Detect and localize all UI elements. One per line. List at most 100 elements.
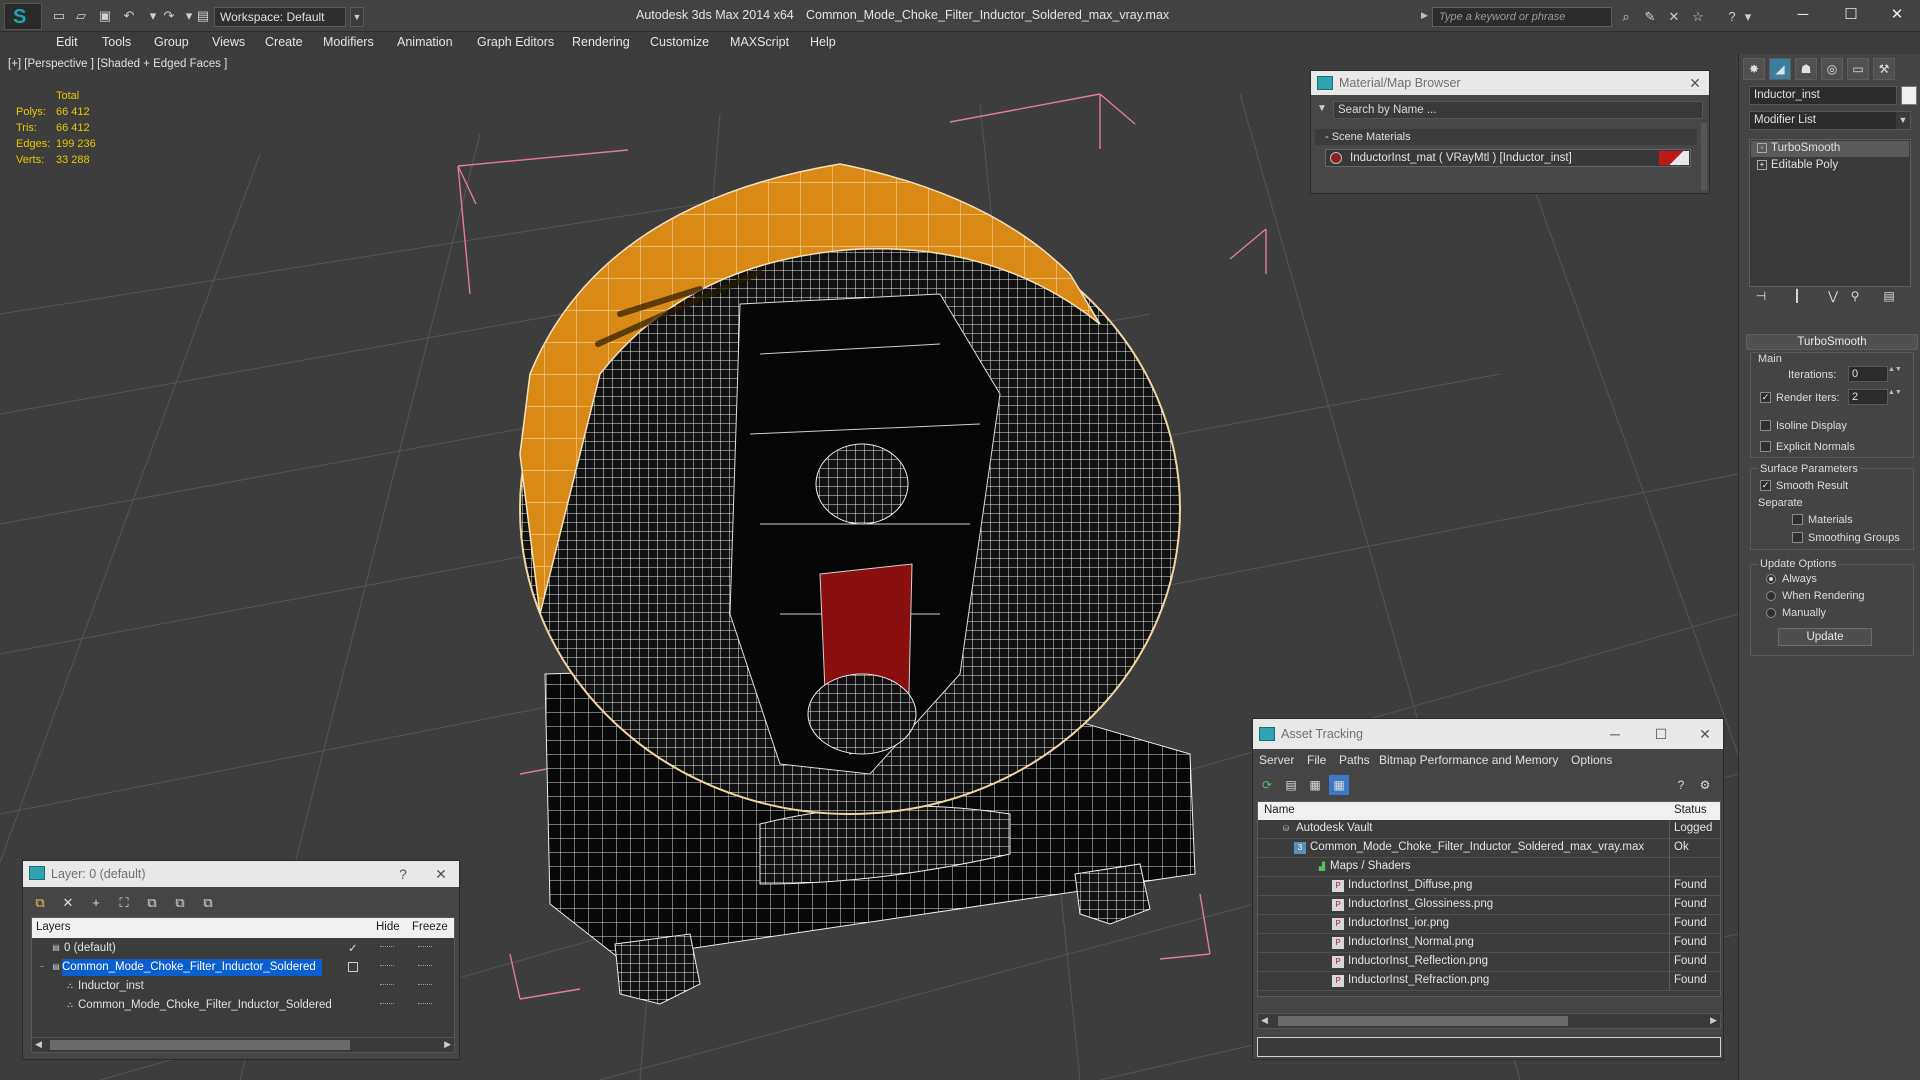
asset-menu-paths[interactable]: Paths bbox=[1339, 753, 1370, 767]
scrollbar-thumb[interactable] bbox=[1278, 1016, 1568, 1026]
object-color-swatch[interactable] bbox=[1901, 86, 1917, 105]
layer-explorer-titlebar[interactable]: Layer: 0 (default) ? ✕ bbox=[23, 861, 459, 887]
pin-stack-icon[interactable]: ⊣ bbox=[1752, 289, 1770, 307]
freeze-toggle[interactable] bbox=[418, 946, 432, 948]
utilities-tab-icon[interactable]: ⚒ bbox=[1873, 58, 1895, 80]
table-row[interactable]: P InductorInst_Diffuse.png Found bbox=[1258, 877, 1720, 896]
menu-edit[interactable]: Edit bbox=[56, 35, 78, 49]
app-menu-button[interactable]: S bbox=[4, 3, 42, 30]
save-file-icon[interactable]: ▣ bbox=[96, 7, 114, 25]
hide-toggle[interactable] bbox=[380, 946, 394, 948]
communication-icon[interactable]: ✕ bbox=[1664, 7, 1684, 27]
menu-tools[interactable]: Tools bbox=[102, 35, 131, 49]
menu-maxscript[interactable]: MAXScript bbox=[730, 35, 789, 49]
always-radio[interactable] bbox=[1766, 574, 1776, 584]
undo-icon[interactable]: ↶ bbox=[120, 7, 138, 25]
hide-all-icon[interactable]: ⧉ bbox=[169, 893, 191, 913]
asset-path-field[interactable] bbox=[1257, 1037, 1721, 1057]
freeze-toggle[interactable] bbox=[418, 1003, 432, 1005]
menu-create[interactable]: Create bbox=[265, 35, 303, 49]
menu-modifiers[interactable]: Modifiers bbox=[323, 35, 374, 49]
help-dropdown-icon[interactable]: ▾ bbox=[1742, 7, 1754, 27]
when-rendering-radio[interactable] bbox=[1766, 591, 1776, 601]
layer-name[interactable]: Common_Mode_Choke_Filter_Inductor_Solder… bbox=[62, 959, 322, 976]
new-file-icon[interactable]: ▭ bbox=[50, 7, 68, 25]
delete-layer-icon[interactable]: ✕ bbox=[57, 893, 79, 913]
modifier-stack[interactable]: ◦ TurboSmooth + Editable Poly bbox=[1749, 139, 1911, 287]
material-browser-titlebar[interactable]: Material/Map Browser ✕ bbox=[1311, 71, 1709, 95]
explicit-normals-checkbox[interactable] bbox=[1760, 441, 1771, 452]
object-name-field[interactable]: Inductor_inst bbox=[1749, 86, 1897, 105]
table-view-icon[interactable]: ▦ bbox=[1329, 775, 1349, 795]
remove-modifier-icon[interactable]: ⚲ bbox=[1846, 289, 1864, 307]
settings-icon[interactable]: ⚙ bbox=[1695, 775, 1715, 795]
open-file-icon[interactable]: ▱ bbox=[72, 7, 90, 25]
object-row[interactable]: ⛬ Common_Mode_Choke_Filter_Inductor_Sold… bbox=[32, 996, 454, 1015]
table-row[interactable]: P InductorInst_ior.png Found bbox=[1258, 915, 1720, 934]
modifier-list-dropdown[interactable]: Modifier List bbox=[1749, 111, 1911, 130]
layer-name[interactable]: 0 (default) bbox=[64, 940, 122, 957]
column-status[interactable]: Status bbox=[1674, 804, 1707, 816]
layer-row-default[interactable]: ▤ 0 (default) ✓ bbox=[32, 939, 454, 958]
workspace-dropdown-arrow[interactable]: ▼ bbox=[350, 7, 364, 27]
redo-icon[interactable]: ↷ bbox=[160, 7, 178, 25]
close-icon[interactable]: ✕ bbox=[1683, 71, 1707, 95]
expand-icon[interactable]: + bbox=[1757, 160, 1767, 170]
create-layer-icon[interactable]: ⧉ bbox=[29, 893, 51, 913]
menu-help[interactable]: Help bbox=[810, 35, 836, 49]
scroll-right-icon[interactable]: ▶ bbox=[444, 1039, 451, 1050]
layer-horizontal-scrollbar[interactable]: ◀ ▶ bbox=[31, 1037, 455, 1053]
keyword-search-input[interactable]: Type a keyword or phrase bbox=[1432, 7, 1612, 27]
scrollbar-thumb[interactable] bbox=[50, 1040, 350, 1050]
close-icon[interactable]: ✕ bbox=[429, 862, 453, 886]
material-item[interactable]: InductorInst_mat ( VRayMtl ) [Inductor_i… bbox=[1325, 149, 1691, 167]
binoculars-icon[interactable]: ⌕ bbox=[1616, 7, 1636, 27]
object-name[interactable]: Common_Mode_Choke_Filter_Inductor_Solder… bbox=[78, 997, 338, 1014]
material-browser-scrollbar[interactable] bbox=[1701, 123, 1707, 191]
viewport-label[interactable]: [+] [Perspective ] [Shaded + Edged Faces… bbox=[8, 58, 227, 70]
table-row[interactable]: ⛁ Autodesk Vault Logged bbox=[1258, 820, 1720, 839]
asset-tracking-titlebar[interactable]: Asset Tracking ─ ☐ ✕ bbox=[1253, 719, 1723, 749]
stack-item-editable-poly[interactable]: + Editable Poly bbox=[1751, 158, 1909, 174]
add-to-layer-icon[interactable]: + bbox=[85, 893, 107, 913]
smoothing-groups-checkbox[interactable] bbox=[1792, 532, 1803, 543]
asset-menu-file[interactable]: File bbox=[1307, 753, 1326, 767]
hide-toggle[interactable] bbox=[380, 984, 394, 986]
search-expand-icon[interactable]: ▶ bbox=[1421, 10, 1429, 22]
column-hide[interactable]: Hide bbox=[376, 921, 400, 933]
make-current-checkbox[interactable] bbox=[348, 962, 358, 972]
table-row[interactable]: P InductorInst_Glossiness.png Found bbox=[1258, 896, 1720, 915]
menu-animation[interactable]: Animation bbox=[397, 35, 453, 49]
display-tab-icon[interactable]: ▭ bbox=[1847, 58, 1869, 80]
help-icon[interactable]: ? bbox=[1671, 775, 1691, 795]
table-row[interactable]: ▟ Maps / Shaders bbox=[1258, 858, 1720, 877]
table-row[interactable]: 3 Common_Mode_Choke_Filter_Inductor_Sold… bbox=[1258, 839, 1720, 858]
minimize-icon[interactable]: ─ bbox=[1603, 722, 1627, 746]
workspace-select[interactable]: Workspace: Default bbox=[214, 7, 346, 27]
highlight-layer-icon[interactable]: ⧉ bbox=[141, 893, 163, 913]
maximize-button[interactable]: ☐ bbox=[1828, 0, 1874, 30]
close-icon[interactable]: ✕ bbox=[1693, 722, 1717, 746]
menu-rendering[interactable]: Rendering bbox=[572, 35, 630, 49]
column-freeze[interactable]: Freeze bbox=[412, 921, 448, 933]
spinner-arrows-icon[interactable]: ▲▼ bbox=[1888, 389, 1902, 405]
maximize-icon[interactable]: ☐ bbox=[1649, 722, 1673, 746]
table-row[interactable]: P InductorInst_Refraction.png Found bbox=[1258, 972, 1720, 991]
scroll-right-icon[interactable]: ▶ bbox=[1710, 1015, 1717, 1026]
iterations-spinner[interactable]: 0 bbox=[1848, 366, 1888, 382]
project-folder-icon[interactable]: ▤ bbox=[194, 7, 212, 25]
asset-menu-options[interactable]: Options bbox=[1571, 753, 1612, 767]
materials-checkbox[interactable] bbox=[1792, 514, 1803, 525]
layer-row-selected[interactable]: − ▤ Common_Mode_Choke_Filter_Inductor_So… bbox=[32, 958, 454, 977]
scroll-left-icon[interactable]: ◀ bbox=[1261, 1015, 1268, 1026]
menu-group[interactable]: Group bbox=[154, 35, 189, 49]
create-tab-icon[interactable]: ✸ bbox=[1743, 58, 1765, 80]
smooth-result-checkbox[interactable]: ✓ bbox=[1760, 480, 1771, 491]
hide-toggle[interactable] bbox=[380, 1003, 394, 1005]
select-objects-icon[interactable]: ⛶ bbox=[113, 893, 135, 913]
table-row[interactable]: P InductorInst_Normal.png Found bbox=[1258, 934, 1720, 953]
collapse-icon[interactable]: − bbox=[36, 961, 48, 973]
scene-materials-section[interactable]: - Scene Materials bbox=[1315, 129, 1697, 145]
asset-menu-bitmap[interactable]: Bitmap Performance and Memory bbox=[1379, 753, 1558, 767]
list-view-icon[interactable]: ▤ bbox=[1281, 775, 1301, 795]
